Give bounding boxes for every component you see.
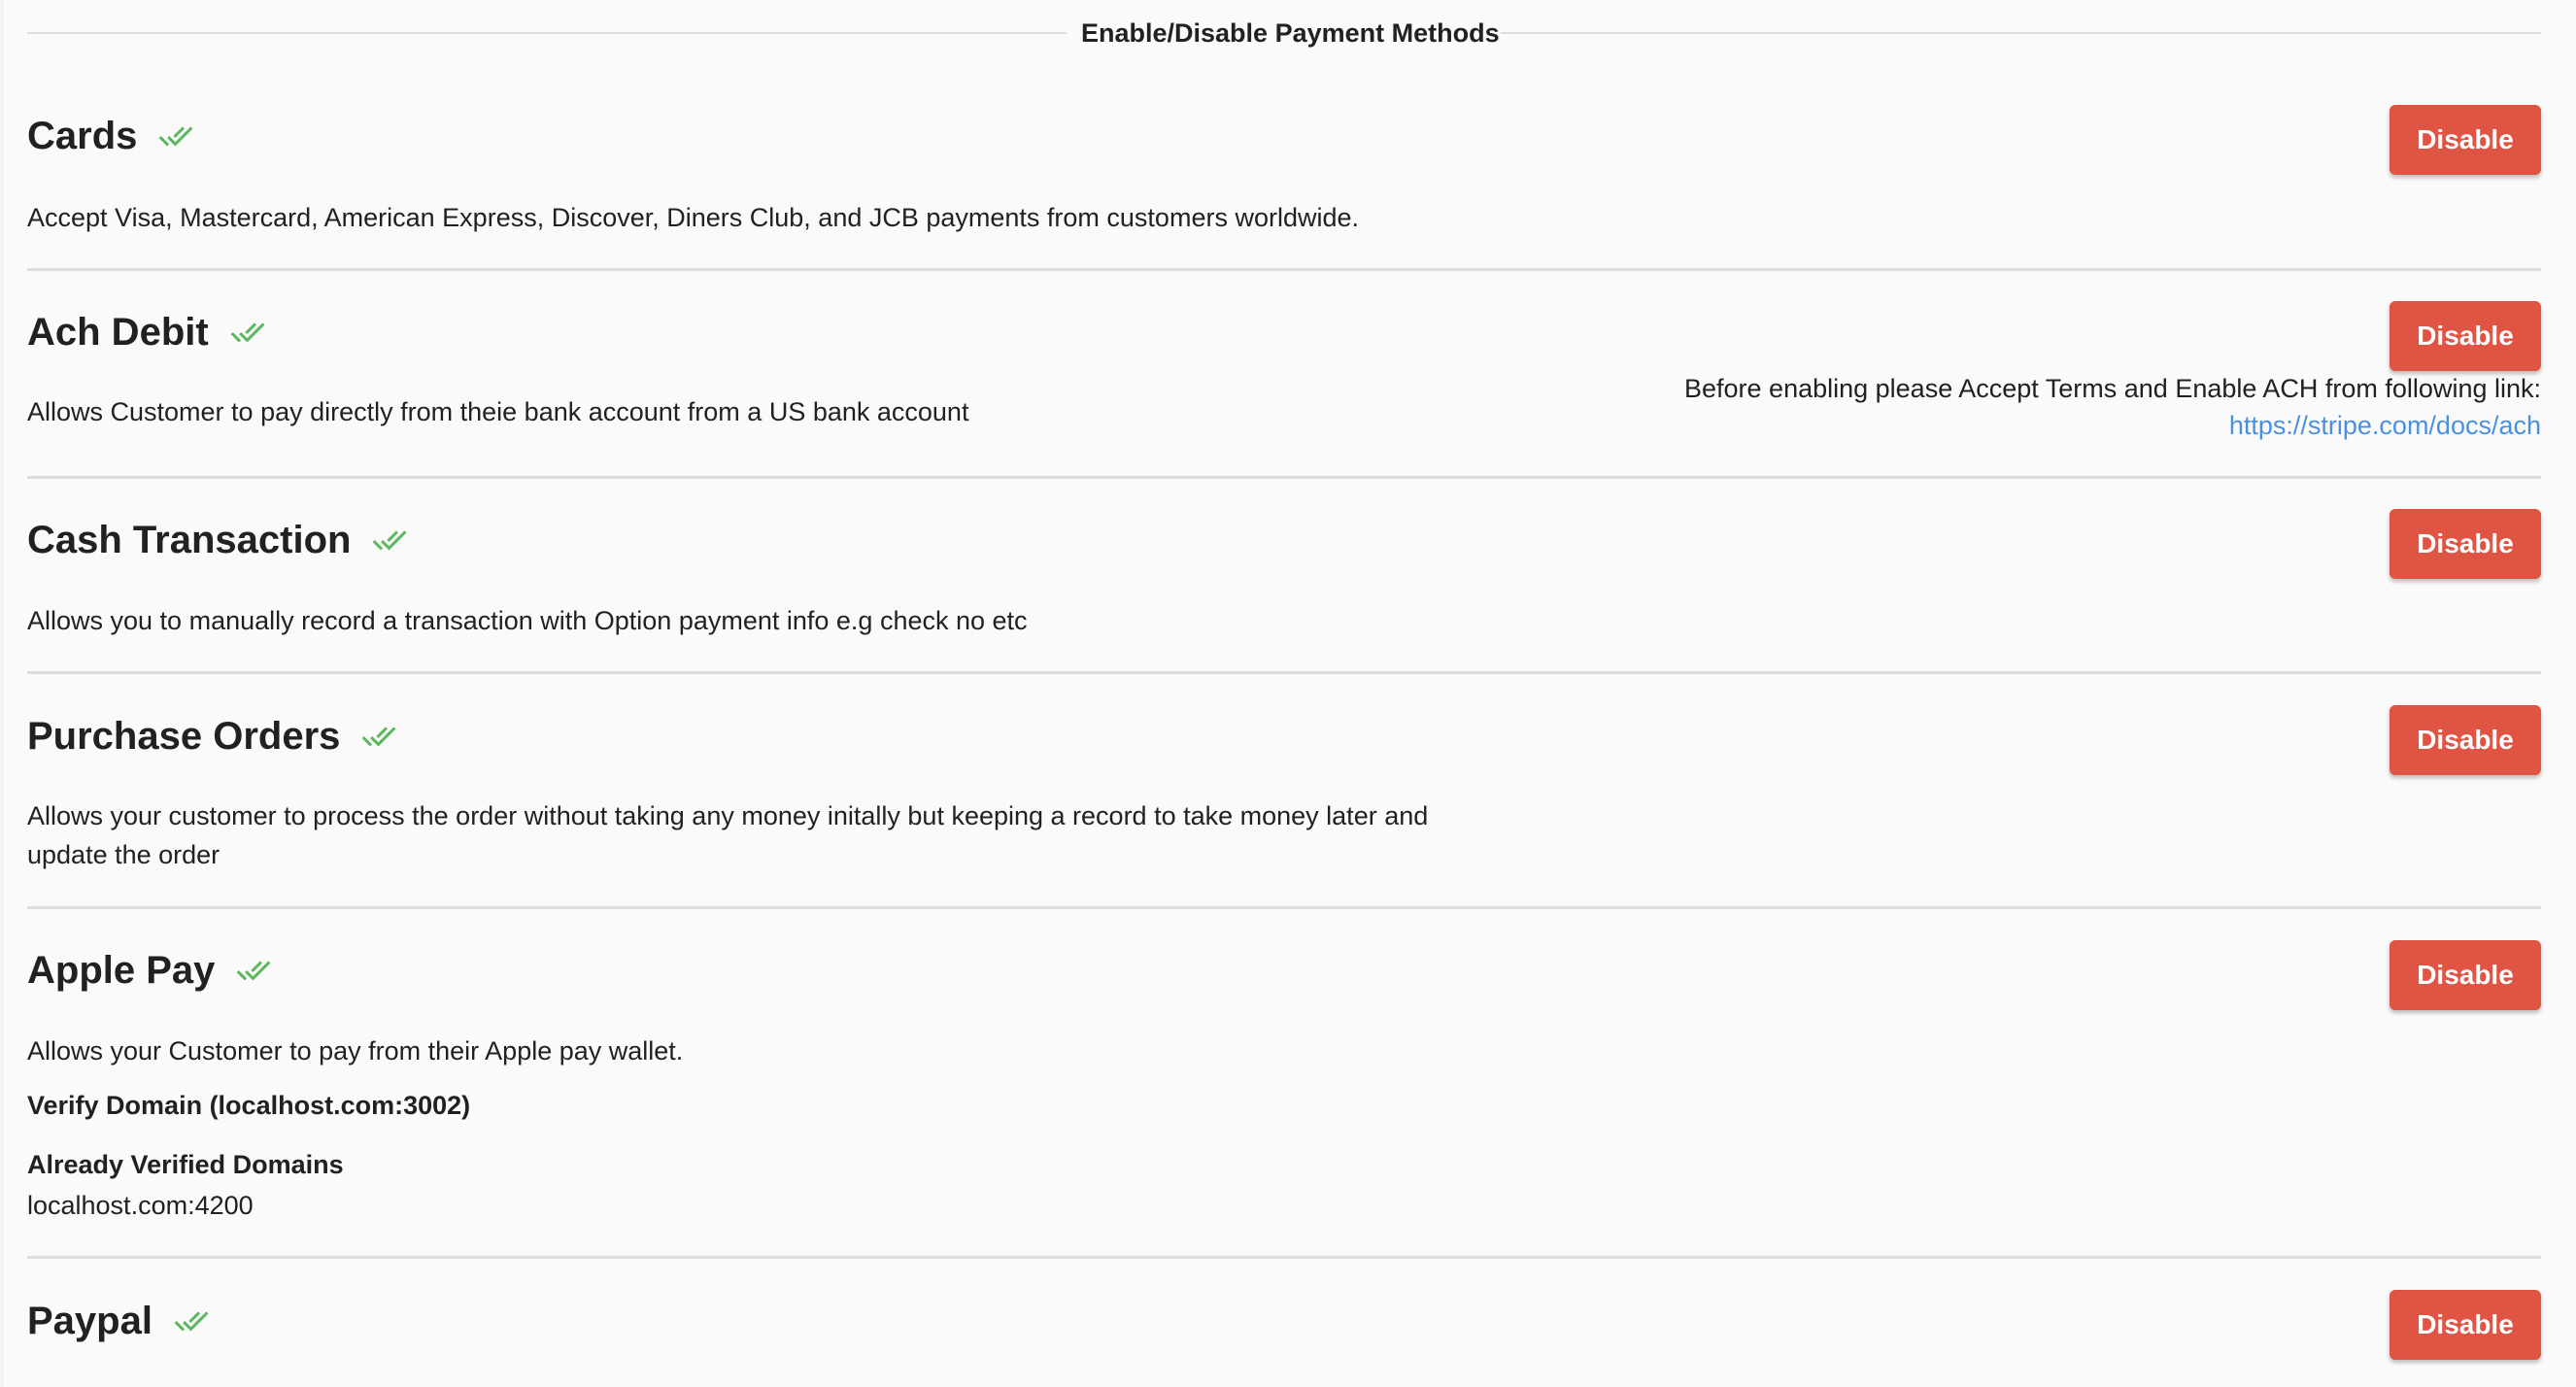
method-name: Apple Pay xyxy=(27,949,216,992)
section-divider xyxy=(27,671,2541,674)
disable-purchase-orders-button[interactable]: Disable xyxy=(2390,705,2541,775)
legend-line-left xyxy=(27,32,1067,34)
legend-line-right xyxy=(1501,32,2541,34)
method-description: Allows your Customer to pay from their A… xyxy=(27,1036,684,1066)
done-all-icon xyxy=(373,530,407,551)
disable-cash-transaction-button[interactable]: Disable xyxy=(2390,509,2541,579)
done-all-icon xyxy=(362,727,396,747)
method-heading: Paypal xyxy=(27,1298,215,1344)
method-description: Allows you to manually record a transact… xyxy=(27,606,1028,635)
method-name: Cash Transaction xyxy=(27,519,352,561)
disable-cards-button[interactable]: Disable xyxy=(2390,105,2541,175)
method-name: Paypal xyxy=(27,1300,153,1342)
done-all-icon xyxy=(159,126,193,147)
verified-domains-heading: Already Verified Domains xyxy=(27,1150,344,1179)
disable-apple-pay-button[interactable]: Disable xyxy=(2390,940,2541,1010)
method-heading: Purchase Orders xyxy=(27,713,402,760)
method-heading: Apple Pay xyxy=(27,947,277,994)
ach-terms-text: Before enabling please Accept Terms and … xyxy=(1684,374,2541,403)
method-name: Cards xyxy=(27,115,138,157)
done-all-icon xyxy=(237,961,271,981)
done-all-icon xyxy=(230,322,265,343)
method-description: Allows your customer to process the orde… xyxy=(27,801,1429,869)
method-heading: Ach Debit xyxy=(27,309,271,355)
verify-domain-action[interactable]: Verify Domain (localhost.com:3002) xyxy=(27,1086,470,1125)
method-heading: Cards xyxy=(27,113,199,159)
page-left-edge xyxy=(0,0,4,1387)
page-title: Enable/Disable Payment Methods xyxy=(1081,18,1500,48)
method-heading: Cash Transaction xyxy=(27,517,413,563)
method-name: Ach Debit xyxy=(27,311,209,354)
method-name: Purchase Orders xyxy=(27,715,341,758)
section-divider xyxy=(27,476,2541,479)
ach-terms-note: Before enabling please Accept Terms and … xyxy=(1684,370,2541,444)
verified-domain-item: localhost.com:4200 xyxy=(27,1191,254,1220)
section-divider xyxy=(27,1256,2541,1259)
method-description: Accept Visa, Mastercard, American Expres… xyxy=(27,203,1360,232)
done-all-icon xyxy=(174,1311,209,1332)
stripe-ach-link[interactable]: https://stripe.com/docs/ach xyxy=(2229,411,2541,440)
method-description: Allows Customer to pay directly from the… xyxy=(27,397,969,426)
section-divider xyxy=(27,906,2541,909)
disable-ach-debit-button[interactable]: Disable xyxy=(2390,301,2541,371)
section-divider xyxy=(27,268,2541,271)
disable-paypal-button[interactable]: Disable xyxy=(2390,1290,2541,1360)
